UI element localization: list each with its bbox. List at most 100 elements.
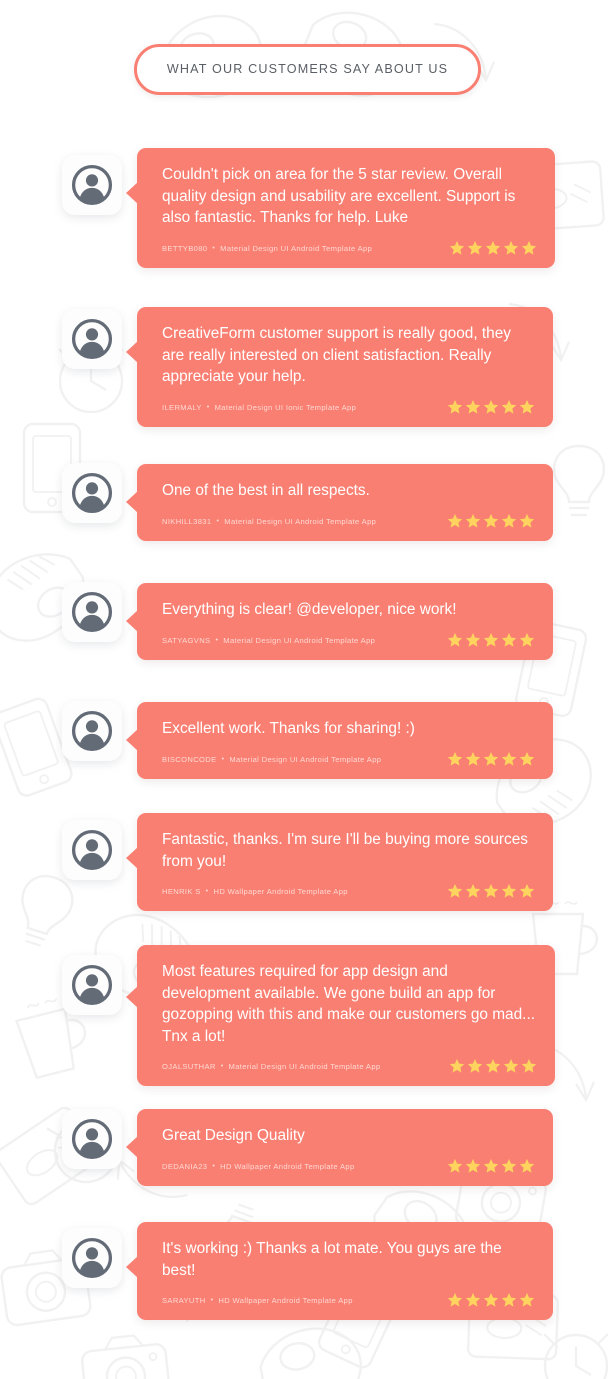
user-circle-icon xyxy=(71,1118,113,1160)
testimonial-card: One of the best in all respects. NIKHILL3… xyxy=(126,464,553,541)
testimonial-product: Material Design UI Android Template App xyxy=(223,635,376,645)
star-icon xyxy=(501,632,517,648)
rating-stars xyxy=(447,632,535,648)
testimonial-card: Fantastic, thanks. I'm sure I'll be buyi… xyxy=(126,813,553,911)
meta-separator: • xyxy=(210,1297,214,1304)
star-icon xyxy=(519,632,535,648)
meta-separator: • xyxy=(220,1063,224,1070)
avatar xyxy=(62,463,122,523)
star-icon xyxy=(483,751,499,767)
avatar xyxy=(62,1109,122,1169)
avatar xyxy=(62,309,122,369)
user-circle-icon xyxy=(71,591,113,633)
star-icon xyxy=(521,240,537,256)
star-icon xyxy=(519,399,535,415)
testimonial-product: Material Design UI Android Template App xyxy=(229,754,382,764)
star-icon xyxy=(485,240,501,256)
avatar xyxy=(62,582,122,642)
star-icon xyxy=(501,399,517,415)
testimonial-product: Material Design UI Android Template App xyxy=(228,1062,381,1071)
star-icon xyxy=(447,513,463,529)
meta-separator: • xyxy=(221,755,225,763)
avatar xyxy=(62,1228,122,1288)
rating-stars xyxy=(449,1058,537,1074)
star-icon xyxy=(483,399,499,415)
meta-separator: • xyxy=(205,888,209,895)
star-icon xyxy=(503,1058,519,1074)
star-icon xyxy=(465,1292,481,1308)
testimonial-card: CreativeForm customer support is really … xyxy=(126,307,553,427)
testimonial-author: DEDANIA23 xyxy=(162,1161,208,1171)
testimonial-quote: Everything is clear! @developer, nice wo… xyxy=(162,601,457,618)
star-icon xyxy=(447,632,463,648)
testimonial-quote: CreativeForm customer support is really … xyxy=(162,325,511,385)
rating-stars xyxy=(447,883,535,899)
testimonial-attribution: SATYAGVNS • Material Design UI Android Tem… xyxy=(162,636,375,648)
page-title-pill: WHAT OUR CUSTOMERS SAY ABOUT US xyxy=(133,44,482,95)
star-icon xyxy=(465,751,481,767)
page-title: WHAT OUR CUSTOMERS SAY ABOUT US xyxy=(166,62,449,76)
rating-stars xyxy=(447,1292,535,1308)
testimonial-meta: SATYAGVNS • Material Design UI Android Tem… xyxy=(162,632,535,648)
meta-separator: • xyxy=(216,517,220,525)
star-icon xyxy=(521,1058,537,1074)
star-icon xyxy=(465,513,481,529)
star-icon xyxy=(483,1292,499,1308)
testimonial-quote: Great Design Quality xyxy=(162,1127,305,1144)
star-icon xyxy=(447,883,463,899)
testimonial-meta: OJALSUTHAR • Material Design UI Android Te… xyxy=(162,1058,537,1074)
meta-separator: • xyxy=(206,403,210,411)
page-heading-container: WHAT OUR CUSTOMERS SAY ABOUT US xyxy=(0,44,615,95)
testimonial-quote: Most features required for app design an… xyxy=(162,963,535,1045)
avatar xyxy=(62,955,122,1015)
rating-stars xyxy=(449,240,537,256)
testimonial-card: Everything is clear! @developer, nice wo… xyxy=(126,583,553,660)
star-icon xyxy=(485,1058,501,1074)
testimonial-author: OJALSUTHAR xyxy=(162,1062,216,1071)
rating-stars xyxy=(447,513,535,529)
testimonial-product: Material Design UI Android Template App xyxy=(220,243,373,253)
testimonial-meta: SARAYUTH • HD Wallpaper Android Template A… xyxy=(162,1292,535,1308)
star-icon xyxy=(501,1292,517,1308)
meta-separator: • xyxy=(212,1162,216,1170)
testimonial-author: SARAYUTH xyxy=(162,1296,206,1305)
star-icon xyxy=(465,399,481,415)
star-icon xyxy=(501,751,517,767)
testimonial-product: Material Design UI Ionic Template App xyxy=(214,402,357,412)
rating-stars xyxy=(447,751,535,767)
testimonial-card: Most features required for app design an… xyxy=(126,945,555,1086)
star-icon xyxy=(519,1292,535,1308)
testimonial-meta: HENRIK S • HD Wallpaper Android Template A… xyxy=(162,883,535,899)
testimonial-product: HD Wallpaper Android Template App xyxy=(213,887,348,896)
meta-separator: • xyxy=(212,244,216,252)
user-circle-icon xyxy=(71,829,113,871)
user-circle-icon xyxy=(71,472,113,514)
testimonial-meta: BETTYB080 • Material Design UI Android Tem… xyxy=(162,240,537,256)
star-icon xyxy=(449,240,465,256)
star-icon xyxy=(483,883,499,899)
testimonial-author: SATYAGVNS xyxy=(162,635,211,645)
star-icon xyxy=(465,1158,481,1174)
star-icon xyxy=(501,513,517,529)
testimonial-quote: Fantastic, thanks. I'm sure I'll be buyi… xyxy=(162,831,529,870)
rating-stars xyxy=(447,399,535,415)
testimonial-product: Material Design UI Android Template App xyxy=(224,516,377,526)
star-icon xyxy=(447,1158,463,1174)
testimonial-quote: It's working :) Thanks a lot mate. You g… xyxy=(162,1240,502,1279)
testimonial-attribution: ILERMALY • Material Design UI Ionic Templa… xyxy=(162,403,356,415)
star-icon xyxy=(465,632,481,648)
user-circle-icon xyxy=(71,964,113,1006)
star-icon xyxy=(519,751,535,767)
meta-separator: • xyxy=(215,636,219,644)
testimonial-author: ILERMALY xyxy=(162,402,202,412)
testimonial-card: Excellent work. Thanks for sharing! :) BI… xyxy=(126,702,553,779)
star-icon xyxy=(519,513,535,529)
testimonial-attribution: HENRIK S • HD Wallpaper Android Template A… xyxy=(162,887,348,899)
testimonial-author: HENRIK S xyxy=(162,887,201,896)
rating-stars xyxy=(447,1158,535,1174)
avatar xyxy=(62,820,122,880)
testimonial-attribution: OJALSUTHAR • Material Design UI Android Te… xyxy=(162,1062,381,1074)
testimonial-author: BETTYB080 xyxy=(162,243,208,253)
testimonial-meta: BISCONCODE • Material Design UI Android Te… xyxy=(162,751,535,767)
star-icon xyxy=(501,1158,517,1174)
